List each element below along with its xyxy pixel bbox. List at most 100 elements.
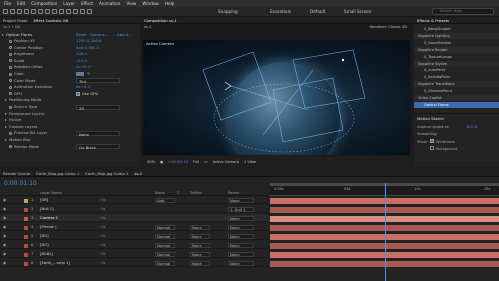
tab-composition[interactable]: Composition ss-1 [144,18,177,23]
visibility-eye-icon[interactable]: ◉ [3,197,6,204]
menu-composition[interactable]: Composition [31,1,57,6]
layer-parent-select[interactable]: None [228,252,254,257]
stopwatch-icon[interactable] [9,105,12,109]
effects-item[interactable]: S_DissolvePaint [414,88,499,94]
label-color-swatch[interactable] [24,216,28,221]
eyedropper-icon[interactable]: ✎ [87,71,90,77]
expand-triangle-icon[interactable] [5,112,7,115]
prop-row-center-position[interactable]: Center Position 640.0,360.0 [0,45,138,51]
wireframe-checkbox[interactable] [430,139,434,143]
stopwatch-icon[interactable] [9,39,12,43]
stopwatch-icon[interactable] [9,72,12,76]
search-help-input[interactable]: Search Help [432,8,494,15]
layer-parent-select[interactable]: None [228,261,254,266]
workspace-small-screen[interactable]: Small Screen [344,9,371,14]
layer-parent-select[interactable]: None [228,225,254,230]
prop-row-rotation-offset[interactable]: Rotation Offset 0x+0.0° [0,64,138,70]
layer-name[interactable]: [DG] [40,242,49,249]
layer-trkmat-select[interactable]: None [190,225,210,230]
layer-name[interactable]: [Earth_...omp 1] [40,260,70,267]
zoom-select[interactable]: 50% [147,160,155,164]
layer-mode-select[interactable]: Normal [155,261,175,266]
layer-parent-select[interactable]: None [228,198,254,203]
stopwatch-icon[interactable] [9,79,12,83]
prop-value[interactable]: 100.0 [76,51,87,57]
layer-row[interactable]: ◉ 1 [GB] ⁄ fx Add None [0,197,269,204]
color-swatch[interactable] [76,72,84,76]
hand-tool-icon[interactable] [10,9,15,14]
tab-effect-controls[interactable]: Effect Controls GB [33,18,68,23]
label-color-swatch[interactable] [24,207,28,212]
prop-row-motion-blur[interactable]: Motion Blur [0,137,138,143]
prop-row-scale[interactable]: Scale 115.0 [0,58,138,64]
layer-parent-select[interactable]: None [228,216,254,221]
layer-name[interactable]: [Null 1] [40,206,54,213]
layer-switches[interactable]: ⁄ fx [100,224,105,231]
label-color-swatch[interactable] [24,252,28,257]
effects-category[interactable]: Sapphire Lighting [414,32,499,39]
selection-tool-icon[interactable] [3,9,8,14]
menu-animation[interactable]: Animation [99,1,120,6]
layer-row[interactable]: ◉ 7 [BGBz] ⁄ fx Normal None None [0,251,269,258]
menu-view[interactable]: View [126,1,136,6]
visibility-eye-icon[interactable]: ◉ [3,260,6,267]
layer-row[interactable]: ◉ 2 [Null 1] ⁄ fx 1. Null 1 [0,206,269,213]
layer-parent-select[interactable]: None [228,243,254,248]
layer-row[interactable]: ◉ 4 [Mirrow ] ⁄ fx Normal None None [0,224,269,231]
label-color-swatch[interactable] [24,243,28,248]
menu-effect[interactable]: Effect [81,1,93,6]
layer-mode-select[interactable]: Normal [155,243,175,248]
effects-category[interactable]: Video Copilot [414,95,499,101]
prop-select[interactable]: 2D [76,104,120,111]
prop-row-flicker[interactable]: Flicker [0,117,138,123]
layer-mode-select[interactable]: Normal [155,234,175,239]
layer-trkmat-select[interactable]: None [190,243,210,248]
camera-tool-icon[interactable] [31,9,36,14]
tab-ss-1[interactable]: ss-1 [134,171,142,176]
prop-select[interactable]: None [76,130,120,137]
pan-tool-icon[interactable] [38,9,43,14]
label-color-swatch[interactable] [24,225,28,230]
capture-speed-value[interactable]: 100 % [466,125,477,129]
prop-row-source-type[interactable]: Source Type 2D [0,104,138,111]
gpu-checkbox[interactable] [76,91,80,96]
prop-value[interactable]: 1295.0,346.6 [76,38,101,44]
layer-mode-select[interactable]: Add [155,198,175,203]
prop-value[interactable]: 115.0 [76,58,87,64]
prop-row-gpu[interactable]: GPU Use GPU [0,91,138,97]
tab-project[interactable]: Project Panel [3,18,27,23]
layer-parent-select[interactable]: 1. Null 1 [228,207,254,212]
layer-trkmat-select[interactable]: None [190,261,210,266]
layer-switches[interactable]: ⁄ fx [100,206,105,213]
prop-row-foreground-layers[interactable]: Foreground Layers [0,111,138,117]
label-color-swatch[interactable] [24,198,28,203]
tab-earth-comp-1b[interactable]: Earth_Map.jpg Comp 1 [85,171,128,176]
effects-category[interactable]: Sapphire Stylize [414,60,499,67]
layer-row[interactable]: ◉ 8 [Earth_...omp 1] ⁄ fx Normal None None [0,260,269,267]
background-checkbox[interactable] [430,146,434,150]
effects-item[interactable]: S_KaleidoPolar [414,74,499,80]
col-mode[interactable]: Mode [155,190,165,196]
expand-triangle-icon[interactable] [5,99,7,102]
region-icon[interactable]: ▭ [204,160,207,164]
puppet-tool-icon[interactable] [87,9,92,14]
layer-trkmat-select[interactable]: None [190,234,210,239]
stopwatch-icon[interactable] [9,145,12,149]
menu-edit[interactable]: Edit [17,1,25,6]
brush-tool-icon[interactable] [66,9,71,14]
stopwatch-icon[interactable] [9,52,12,56]
col-layer-name[interactable]: Layer Name [40,190,62,196]
resolution-select[interactable]: Full [193,160,199,164]
layer-name[interactable]: [Mirrow ] [40,224,56,231]
col-parent[interactable]: Parent [228,190,240,196]
mask-tool-icon[interactable] [45,9,50,14]
menu-file[interactable]: File [4,1,11,6]
visibility-eye-icon[interactable]: ◉ [3,251,6,258]
layer-row[interactable]: ◉ 5 [DG] ⁄ fx Normal None None [0,233,269,240]
visibility-eye-icon[interactable]: ◉ [3,215,6,222]
prop-row-animation-evolution[interactable]: Animation Evolution 0x+0.0° [0,84,138,90]
expand-triangle-icon[interactable] [5,139,7,141]
stopwatch-icon[interactable] [9,46,12,50]
prop-row-position-xy[interactable]: Position XY 1295.0,346.6 [0,38,138,44]
tab-render-queue[interactable]: Render Queue [3,171,30,176]
